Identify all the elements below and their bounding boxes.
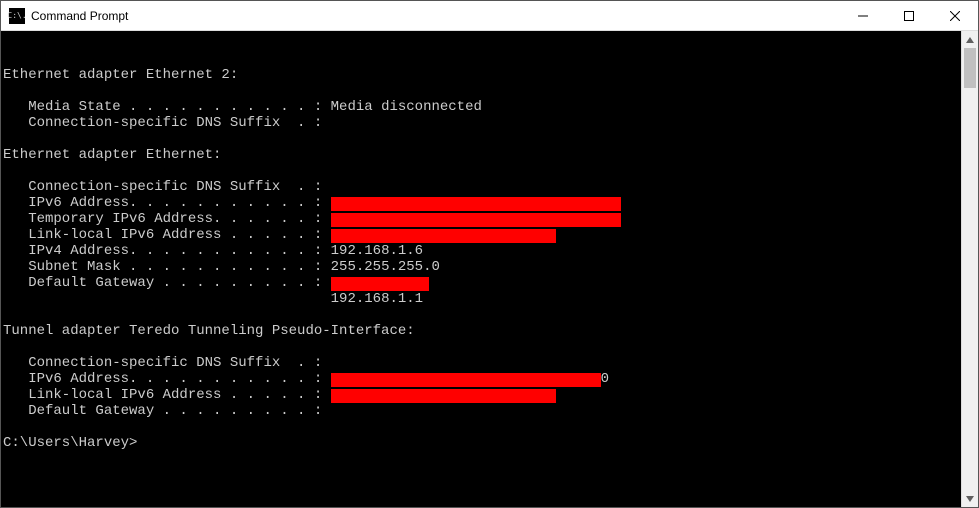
titlebar[interactable]: C:\. Command Prompt [1, 1, 978, 31]
output-line: Link-local IPv6 Address . . . . . : [3, 387, 959, 403]
output-line: Connection-specific DNS Suffix . : [3, 115, 959, 131]
adapter-heading: Tunnel adapter Teredo Tunneling Pseudo-I… [3, 323, 959, 339]
prompt-line[interactable]: C:\Users\Harvey> [3, 435, 959, 451]
minimize-button[interactable] [840, 1, 886, 31]
output-line: Subnet Mask . . . . . . . . . . . : 255.… [3, 259, 959, 275]
output-line: 192.168.1.1 [3, 291, 959, 307]
output-line: IPv4 Address. . . . . . . . . . . : 192.… [3, 243, 959, 259]
gateway-value: 192.168.1.1 [331, 291, 423, 307]
redacted-value [331, 277, 429, 291]
output-line: Link-local IPv6 Address . . . . . : [3, 227, 959, 243]
scroll-down-button[interactable] [962, 490, 978, 507]
chevron-down-icon [966, 496, 974, 502]
cmd-icon: C:\. [9, 8, 25, 24]
minimize-icon [858, 11, 868, 21]
blank-line [3, 131, 959, 147]
adapter-heading: Ethernet adapter Ethernet 2: [3, 67, 959, 83]
scroll-up-button[interactable] [962, 31, 978, 48]
close-button[interactable] [932, 1, 978, 31]
window: C:\. Command Prompt Ethernet adapter Eth… [0, 0, 979, 508]
adapter-heading: Ethernet adapter Ethernet: [3, 147, 959, 163]
client-area: Ethernet adapter Ethernet 2: Media State… [1, 31, 978, 507]
output-line: Connection-specific DNS Suffix . : [3, 355, 959, 371]
output-line: Default Gateway . . . . . . . . . : [3, 403, 959, 419]
scroll-thumb[interactable] [964, 48, 976, 88]
blank-line [3, 163, 959, 179]
blank-line [3, 83, 959, 99]
maximize-icon [904, 11, 914, 21]
terminal-output[interactable]: Ethernet adapter Ethernet 2: Media State… [1, 31, 961, 507]
blank-line [3, 51, 959, 67]
blank-line [3, 339, 959, 355]
subnet-value: 255.255.255.0 [331, 259, 440, 275]
close-icon [950, 11, 960, 21]
ipv4-value: 192.168.1.6 [331, 243, 423, 259]
chevron-up-icon [966, 37, 974, 43]
vertical-scrollbar[interactable] [961, 31, 978, 507]
blank-line [3, 307, 959, 323]
redacted-value [331, 389, 556, 403]
output-line: Connection-specific DNS Suffix . : [3, 179, 959, 195]
output-line: Temporary IPv6 Address. . . . . . : [3, 211, 959, 227]
output-line: Media State . . . . . . . . . . . : Medi… [3, 99, 959, 115]
redacted-value [331, 197, 621, 211]
redacted-value [331, 373, 601, 387]
redacted-value [331, 229, 556, 243]
prompt: C:\Users\Harvey> [3, 435, 137, 451]
scroll-track[interactable] [962, 48, 978, 490]
blank-line [3, 419, 959, 435]
window-title: Command Prompt [31, 9, 128, 23]
redacted-value [331, 213, 621, 227]
output-line: IPv6 Address. . . . . . . . . . . : 0 [3, 371, 959, 387]
maximize-button[interactable] [886, 1, 932, 31]
output-line: Default Gateway . . . . . . . . . : [3, 275, 959, 291]
output-line: IPv6 Address. . . . . . . . . . . : [3, 195, 959, 211]
blank-line [3, 35, 959, 51]
